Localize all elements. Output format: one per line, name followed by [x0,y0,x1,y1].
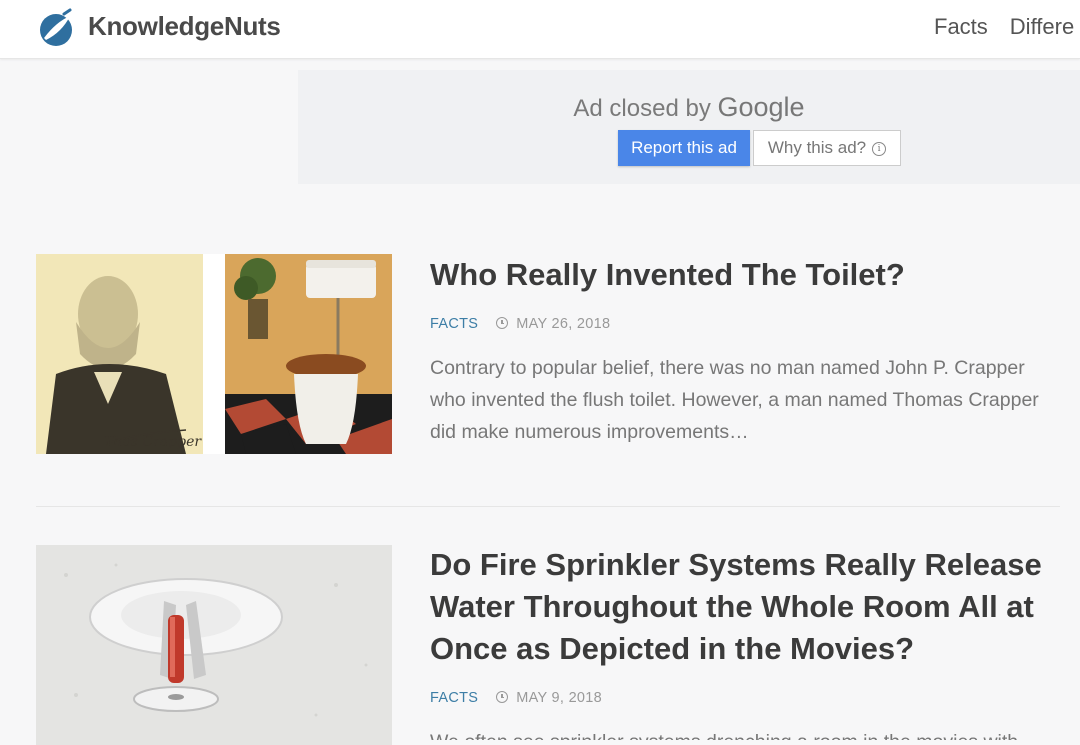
article-meta: FACTS MAY 9, 2018 [430,690,602,706]
article-excerpt: We often see sprinkler systems drenching… [430,726,1060,740]
main-nav: Facts Differe [934,14,1080,40]
portrait-signature: Thos Crapper [104,434,202,450]
article-meta: FACTS MAY 26, 2018 [430,316,610,332]
nav-item-different[interactable]: Differe [1010,14,1074,39]
category-link[interactable]: FACTS [430,316,478,332]
article-thumbnail-toilet[interactable]: Thos Crapper [36,254,392,454]
ad-closed-text: Ad closed by Google [573,92,805,122]
site-header: KnowledgeNuts Facts Differe [0,0,1080,59]
clock-icon [496,691,509,703]
article-title[interactable]: Who Really Invented The Toilet? [430,254,1060,296]
ad-closed-panel: Ad closed by Google Report this ad Why t… [298,70,1080,184]
article-excerpt: Contrary to popular belief, there was no… [430,357,1039,443]
clock-icon [496,317,509,329]
post-date: MAY 26, 2018 [516,316,611,332]
info-icon: i [872,141,887,156]
post-date: MAY 9, 2018 [516,690,603,706]
nav-item-facts[interactable]: Facts [934,14,988,39]
article-divider [36,506,1060,507]
why-this-ad-button[interactable]: Why this ad? i [753,130,901,166]
article-title[interactable]: Do Fire Sprinkler Systems Really Release… [430,544,1060,670]
article-thumbnail-sprinkler[interactable] [36,545,392,745]
report-ad-button[interactable]: Report this ad [618,130,750,166]
google-wordmark: Google [717,92,805,122]
logo-icon[interactable] [36,8,76,48]
site-brand[interactable]: KnowledgeNuts [88,11,281,42]
category-link[interactable]: FACTS [430,690,478,706]
